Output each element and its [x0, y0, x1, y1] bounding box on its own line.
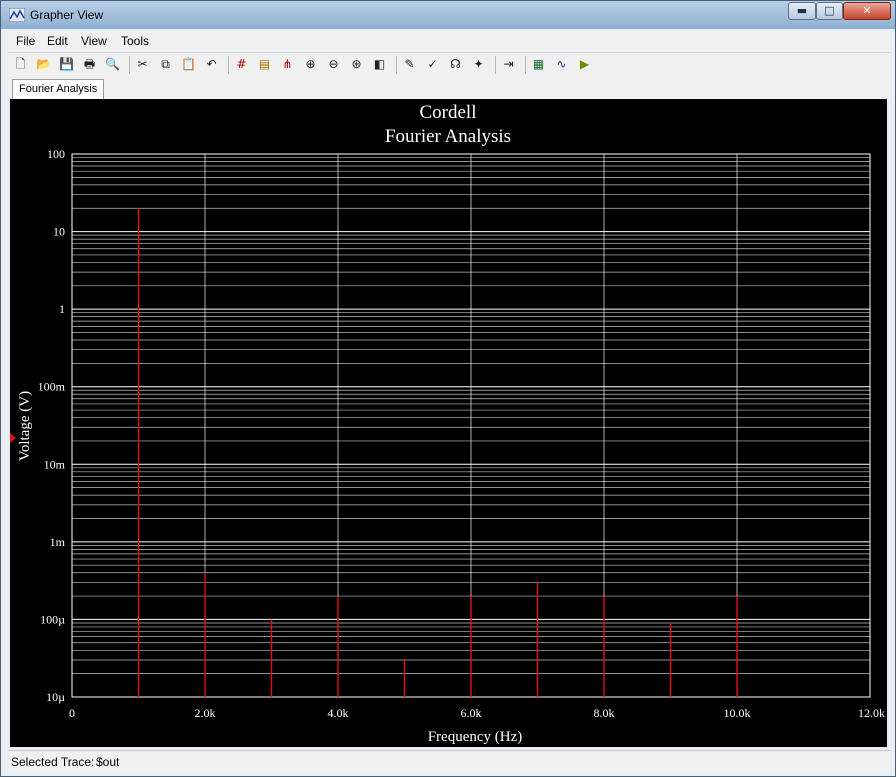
menu-edit[interactable]: Edit: [47, 34, 68, 48]
toolbar-separator: [396, 56, 397, 74]
y-tick-label: 10: [53, 225, 65, 239]
x-tick-label: 6.0k: [461, 706, 482, 720]
menu-bar: File Edit View Tools: [8, 31, 890, 51]
trace-icon[interactable]: ☊: [447, 56, 464, 73]
x-tick-label: 8.0k: [594, 706, 615, 720]
y-axis-label: Voltage (V): [17, 391, 33, 461]
y-tick-label: 10µ: [46, 690, 65, 704]
paste-icon[interactable]: 📋: [180, 56, 197, 73]
menu-file[interactable]: File: [16, 34, 35, 48]
export-icon[interactable]: ⇥: [500, 56, 517, 73]
toggle-cursors-icon[interactable]: ⋔: [279, 56, 296, 73]
chart-title: Cordell: [420, 102, 477, 123]
selected-trace-value: $out: [96, 755, 120, 769]
new-icon[interactable]: 🗋: [12, 56, 29, 73]
toolbar-separator: [525, 56, 526, 74]
grapher-app-icon: [9, 8, 25, 22]
zoom-in-icon[interactable]: ⊕: [302, 56, 319, 73]
zoom-full-icon[interactable]: ⊛: [348, 56, 365, 73]
chart-subtitle: Fourier Analysis: [385, 126, 511, 147]
x-tick-label: 10.0k: [724, 706, 751, 720]
cut-icon[interactable]: ✂: [134, 56, 151, 73]
toolbar-separator: [129, 56, 130, 74]
y-tick-label: 100µ: [40, 612, 65, 626]
toggle-legend-icon[interactable]: ▤: [256, 56, 273, 73]
graph-area[interactable]: 10µ 100µ 1m 10m 100m 1 10 100 0 2.0k 4.0k 6.0k 8.0k 1…: [10, 99, 887, 747]
y-tick-label: 10m: [44, 457, 66, 471]
copy-icon[interactable]: ⧉: [157, 56, 174, 73]
y-tick-label: 100: [47, 147, 65, 161]
y-tick-label: 100m: [38, 380, 66, 394]
x-tick-label: 12.0k: [858, 706, 885, 720]
toggle-grid-icon[interactable]: #: [233, 56, 250, 73]
toolbar-separator: [495, 56, 496, 74]
maximize-button[interactable]: □: [816, 2, 843, 20]
select-marks-icon[interactable]: ✓: [424, 56, 441, 73]
grapher-window: Grapher View ▬ □ ✕ File Edit View Tools …: [0, 0, 896, 777]
cursor-icon[interactable]: ✦: [470, 56, 487, 73]
x-axis-label: Frequency (Hz): [428, 729, 523, 745]
trace-marker-icon: [10, 433, 16, 443]
print-preview-icon[interactable]: 🔍: [104, 56, 121, 73]
y-tick-label: 1: [59, 302, 65, 316]
menu-tools[interactable]: Tools: [121, 34, 149, 48]
close-button[interactable]: ✕: [843, 2, 891, 20]
save-icon[interactable]: 💾: [58, 56, 75, 73]
export-excel-icon[interactable]: ▦: [530, 56, 547, 73]
toolbar: 🗋 📂 💾 🖶 🔍 ✂ ⧉ 📋 ↶ # ▤ ⋔ ⊕ ⊖ ⊛ ◧ ✎ ✓ ☊ ✦ ⇥ ▦ ∿ ▶: [8, 52, 890, 78]
window-title: Grapher View: [30, 8, 104, 22]
tab-fourier-analysis[interactable]: Fourier Analysis: [12, 79, 105, 99]
open-icon[interactable]: 📂: [35, 56, 52, 73]
minimize-button[interactable]: ▬: [788, 2, 816, 20]
export-mathcad-icon[interactable]: ∿: [553, 56, 570, 73]
y-tick-label: 1m: [50, 535, 66, 549]
x-tick-label: 2.0k: [195, 706, 216, 720]
zoom-out-icon[interactable]: ⊖: [325, 56, 342, 73]
x-tick-label: 0: [69, 706, 75, 720]
menu-view[interactable]: View: [81, 34, 107, 48]
status-bar: Selected Trace: $out: [8, 750, 890, 772]
fourier-chart[interactable]: 10µ 100µ 1m 10m 100m 1 10 100 0 2.0k 4.0k 6.0k 8.0k 1…: [10, 99, 887, 747]
print-icon[interactable]: 🖶: [81, 56, 98, 73]
x-tick-label: 4.0k: [328, 706, 349, 720]
tab-strip: Fourier Analysis: [8, 77, 890, 99]
reverse-colors-icon[interactable]: ◧: [371, 56, 388, 73]
export-labview-icon[interactable]: ▶: [576, 56, 593, 73]
undo-icon[interactable]: ↶: [203, 56, 220, 73]
title-bar[interactable]: Grapher View ▬ □ ✕: [1, 1, 895, 29]
toolbar-separator: [228, 56, 229, 74]
selected-trace-label: Selected Trace:: [11, 755, 95, 769]
show-select-marks-icon[interactable]: ✎: [401, 56, 418, 73]
